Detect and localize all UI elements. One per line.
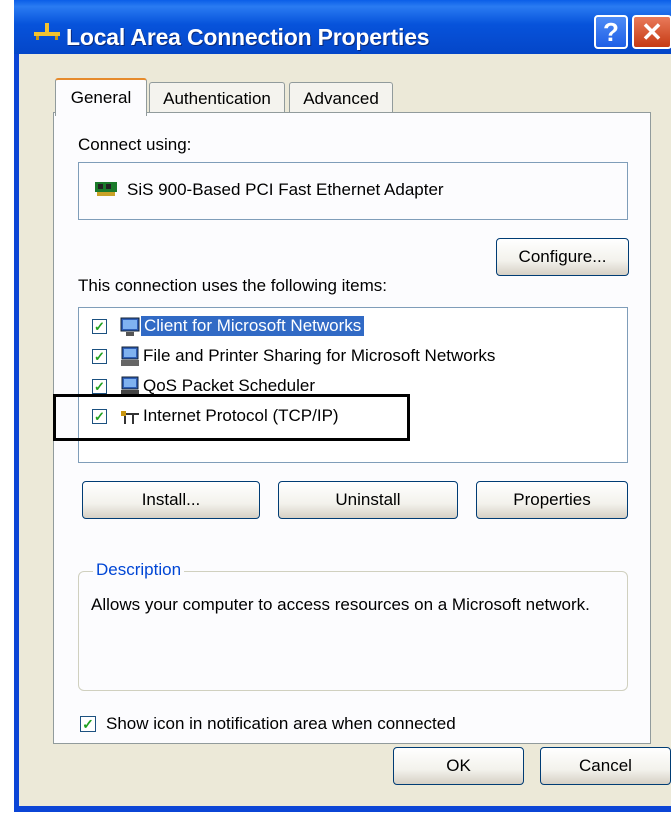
item-label: QoS Packet Scheduler bbox=[143, 376, 315, 395]
file-printer-sharing-icon bbox=[121, 346, 139, 366]
cancel-button[interactable]: Cancel bbox=[540, 747, 671, 785]
title-bar[interactable]: Local Area Connection Properties ? ✕ bbox=[14, 0, 671, 54]
general-tab-panel: Connect using: SiS 900-Based PCI Fast Et… bbox=[53, 112, 651, 744]
configure-button-label: Configure... bbox=[518, 247, 607, 266]
adapter-name: SiS 900-Based PCI Fast Ethernet Adapter bbox=[127, 180, 444, 199]
install-button-label: Install... bbox=[141, 490, 201, 509]
item-checkbox[interactable]: ✓ bbox=[92, 409, 107, 424]
tab-general[interactable]: General bbox=[55, 78, 147, 116]
ok-button[interactable]: OK bbox=[393, 747, 524, 785]
properties-button-label: Properties bbox=[513, 490, 591, 509]
uninstall-button[interactable]: Uninstall bbox=[278, 481, 458, 519]
item-checkbox[interactable]: ✓ bbox=[92, 349, 107, 364]
help-button[interactable]: ? bbox=[594, 15, 628, 49]
connection-items-list[interactable]: ✓ Client for Microsoft Networks ✓ File a… bbox=[78, 307, 628, 463]
description-text: Allows your computer to access resources… bbox=[91, 595, 590, 614]
dialog-client-area: General Authentication Advanced Connect … bbox=[19, 54, 671, 806]
item-label: File and Printer Sharing for Microsoft N… bbox=[143, 346, 496, 365]
network-client-icon bbox=[120, 317, 140, 336]
configure-button[interactable]: Configure... bbox=[496, 238, 629, 276]
ok-button-label: OK bbox=[446, 756, 471, 775]
network-connection-icon bbox=[34, 23, 60, 40]
list-item-file-and-printer-sharing[interactable]: ✓ File and Printer Sharing for Microsoft… bbox=[79, 344, 627, 372]
connect-using-label: Connect using: bbox=[78, 135, 192, 154]
properties-dialog: Local Area Connection Properties ? ✕ Gen… bbox=[14, 0, 671, 812]
list-item-qos-packet-scheduler[interactable]: ✓ QoS Packet Scheduler bbox=[79, 374, 627, 402]
tab-authentication[interactable]: Authentication bbox=[149, 82, 285, 114]
items-label: This connection uses the following items… bbox=[78, 276, 387, 295]
notify-label[interactable]: Show icon in notification area when conn… bbox=[106, 714, 456, 734]
item-checkbox[interactable]: ✓ bbox=[92, 319, 107, 334]
item-checkbox[interactable]: ✓ bbox=[92, 379, 107, 394]
description-group: Description Allows your computer to acce… bbox=[78, 560, 628, 691]
protocol-icon bbox=[121, 411, 139, 424]
description-title: Description bbox=[93, 560, 185, 580]
window-title: Local Area Connection Properties bbox=[66, 24, 430, 50]
list-item-internet-protocol-tcp-ip[interactable]: ✓ Internet Protocol (TCP/IP) bbox=[79, 404, 627, 432]
close-button[interactable]: ✕ bbox=[632, 15, 671, 49]
cancel-button-label: Cancel bbox=[579, 756, 632, 775]
tab-advanced[interactable]: Advanced bbox=[289, 82, 393, 114]
install-button[interactable]: Install... bbox=[82, 481, 260, 519]
adapter-box: SiS 900-Based PCI Fast Ethernet Adapter bbox=[78, 162, 628, 220]
network-adapter-icon bbox=[95, 182, 117, 196]
notify-checkbox[interactable]: ✓ bbox=[80, 716, 96, 732]
uninstall-button-label: Uninstall bbox=[335, 490, 401, 509]
list-item-client-for-microsoft-networks[interactable]: ✓ Client for Microsoft Networks bbox=[79, 314, 627, 342]
item-label: Client for Microsoft Networks bbox=[141, 316, 365, 336]
properties-button[interactable]: Properties bbox=[476, 481, 628, 519]
item-label: Internet Protocol (TCP/IP) bbox=[143, 406, 339, 425]
qos-scheduler-icon bbox=[121, 376, 139, 396]
